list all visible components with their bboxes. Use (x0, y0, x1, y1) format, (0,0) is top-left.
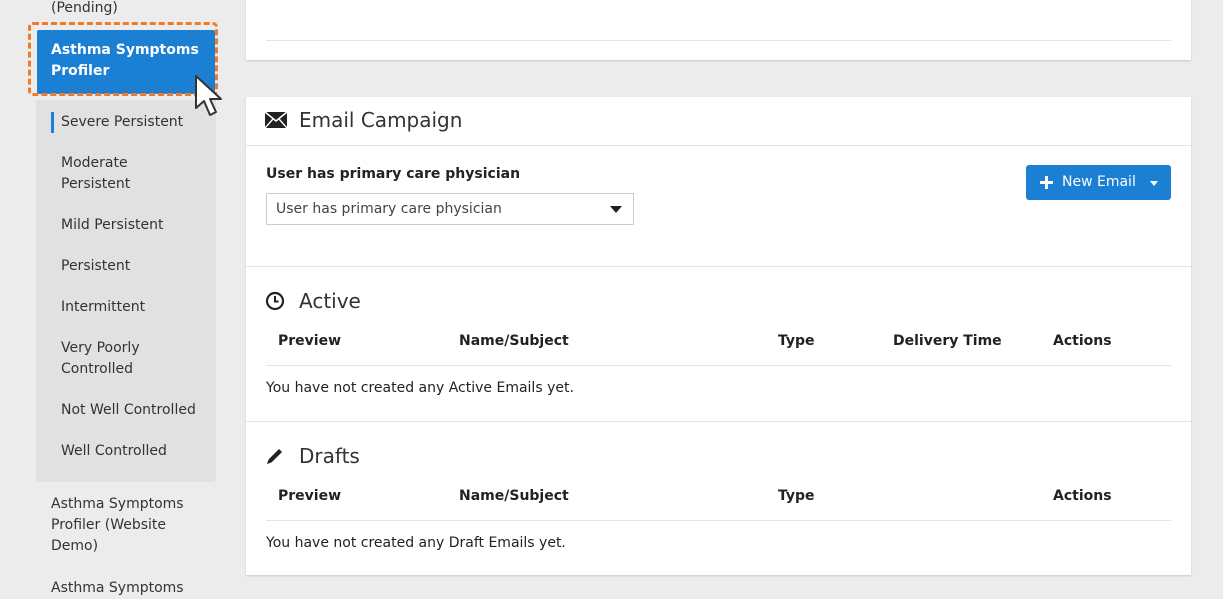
pencil-icon (267, 449, 282, 464)
sidebar-item-profiler-website-demo[interactable]: Asthma Symptoms Profiler (Website Demo) (51, 494, 201, 557)
drafts-col-name-subject: Name/Subject (459, 488, 569, 504)
sidebar-subitem-not-well-controlled[interactable]: Not Well Controlled (61, 400, 196, 421)
focus-highlight (28, 22, 218, 96)
active-empty-message: You have not created any Active Emails y… (266, 380, 574, 396)
top-panel (246, 0, 1191, 60)
drafts-col-preview: Preview (278, 488, 342, 504)
sidebar-subitem-well-controlled[interactable]: Well Controlled (61, 441, 167, 462)
active-col-type: Type (778, 333, 815, 349)
drafts-col-actions: Actions (1053, 488, 1112, 504)
active-col-delivery-time: Delivery Time (893, 333, 1002, 349)
sidebar-subitem-mild-persistent[interactable]: Mild Persistent (61, 215, 163, 236)
caret-down-icon[interactable] (1150, 181, 1158, 186)
page-title: Email Campaign (299, 108, 463, 132)
divider (246, 421, 1191, 422)
divider (266, 520, 1171, 521)
sidebar-item-pending[interactable]: (Pending) (51, 0, 118, 18)
drafts-empty-message: You have not created any Draft Emails ye… (266, 535, 566, 551)
active-col-preview: Preview (278, 333, 342, 349)
divider (266, 40, 1171, 41)
sidebar-subitem-severe-persistent[interactable]: Severe Persistent (50, 112, 183, 133)
sidebar-submenu: Severe Persistent Moderate Persistent Mi… (36, 100, 216, 482)
active-col-actions: Actions (1053, 333, 1112, 349)
active-col-name-subject: Name/Subject (459, 333, 569, 349)
active-section-title: Active (299, 289, 361, 313)
divider (246, 266, 1191, 267)
new-email-label: New Email (1062, 174, 1136, 190)
envelope-icon (265, 112, 287, 128)
segment-select-value: User has primary care physician (276, 201, 502, 217)
drafts-col-type: Type (778, 488, 815, 504)
sidebar-subitem-intermittent[interactable]: Intermittent (61, 297, 145, 318)
segment-select[interactable]: User has primary care physician (266, 193, 634, 225)
filter-label: User has primary care physician (266, 166, 521, 182)
panel-header: Email Campaign (246, 97, 1191, 146)
divider (266, 365, 1171, 366)
new-email-button[interactable]: New Email (1026, 165, 1171, 200)
sidebar-subitem-very-poorly-controlled[interactable]: Very Poorly Controlled (61, 338, 171, 380)
caret-down-icon (610, 206, 622, 213)
drafts-section-title: Drafts (299, 444, 360, 468)
sidebar-subitem-moderate-persistent[interactable]: Moderate Persistent (61, 153, 181, 195)
clock-icon (265, 291, 285, 311)
plus-icon (1040, 176, 1053, 189)
mouse-cursor-icon (195, 75, 222, 116)
email-campaign-panel: Email Campaign User has primary care phy… (246, 97, 1191, 575)
sidebar-subitem-persistent[interactable]: Persistent (61, 256, 130, 277)
